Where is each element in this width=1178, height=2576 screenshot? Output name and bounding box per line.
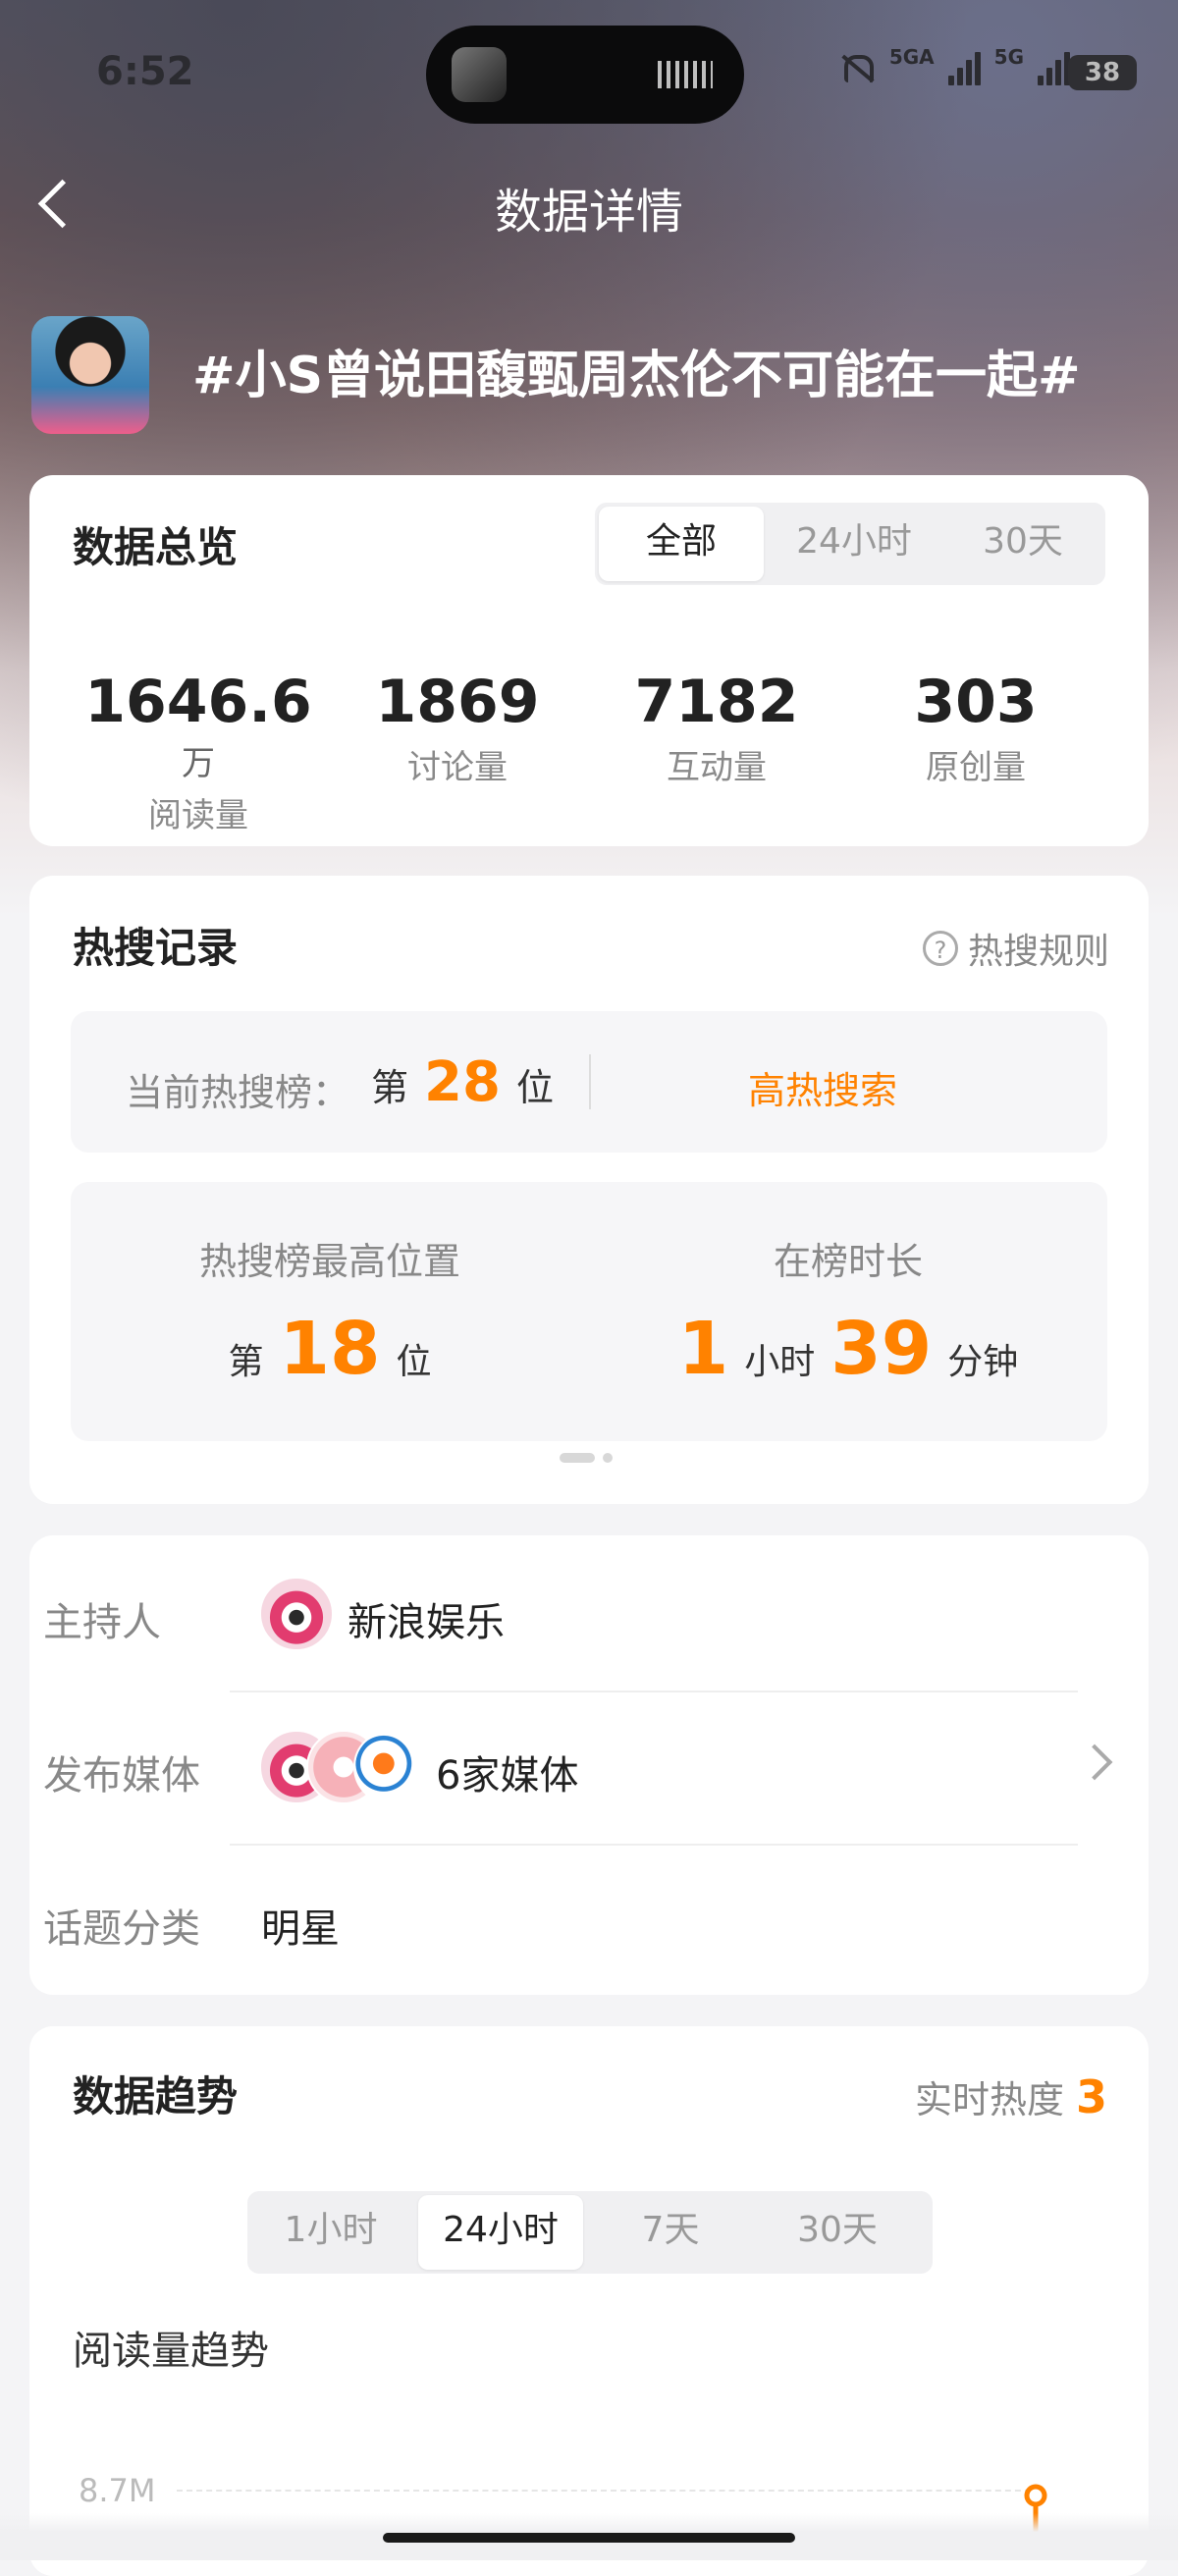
duration: 在榜时长 1 小时 39 分钟: [589, 1231, 1107, 1391]
overview-filter: 全部 24小时 30天: [595, 503, 1105, 585]
signal-icon-1: [947, 52, 981, 85]
status-icons: 5GA 5G: [836, 45, 1070, 88]
network-label-2: 5G: [993, 45, 1024, 69]
signal-icon-2: [1038, 52, 1070, 85]
duration-minutes: 39: [830, 1307, 933, 1391]
highest-rank-suffix: 位: [396, 1342, 432, 1382]
overview-title: 数据总览: [73, 523, 239, 571]
status-bar: 6:52 5GA 5G 38: [0, 0, 1178, 147]
media-count[interactable]: 6家媒体: [436, 1744, 578, 1800]
divider: [230, 1844, 1078, 1846]
duration-minutes-unit: 分钟: [947, 1342, 1019, 1382]
topic-title: #小S曾说田馥甄周杰伦不可能在一起#: [192, 347, 1081, 405]
current-rank-prefix: 第: [371, 1066, 409, 1109]
realtime-heat-value: 3: [1075, 2070, 1107, 2123]
filter-all[interactable]: 全部: [599, 507, 764, 581]
home-indicator[interactable]: [383, 2533, 795, 2543]
category-value: 明星: [261, 1906, 340, 1952]
trend-filter: 1小时 24小时 7天 30天: [247, 2191, 933, 2274]
duration-label: 在榜时长: [773, 1240, 923, 1283]
audio-wave-icon: [658, 61, 713, 88]
highest-rank-value: 18: [279, 1307, 381, 1391]
stat-interactions-value: 7182: [634, 668, 799, 736]
highest-rank-prefix: 第: [228, 1342, 264, 1382]
hot-search-rules-link[interactable]: ? 热搜规则: [922, 923, 1109, 974]
filter-30d[interactable]: 30天: [940, 503, 1105, 585]
current-rank-panel: 当前热搜榜： 第 28 位 高热搜索: [71, 1011, 1107, 1153]
page-title: 数据详情: [494, 185, 683, 240]
hot-search-title: 热搜记录: [73, 924, 239, 972]
stat-reads: 1646.6 万 阅读量: [71, 668, 326, 836]
dynamic-island: [426, 26, 744, 124]
media-logo-icon-3: [353, 1730, 428, 1804]
chart-gridline: [177, 2490, 1041, 2492]
hot-level-badge: 高热搜索: [748, 1069, 898, 1112]
stat-originals-value: 303: [914, 668, 1038, 736]
category-label: 话题分类: [43, 1906, 200, 1952]
filter-24h[interactable]: 24小时: [418, 2195, 583, 2270]
stat-reads-label: 阅读量: [148, 796, 248, 835]
hot-search-rules-label: 热搜规则: [967, 932, 1109, 972]
duration-hours-unit: 小时: [744, 1342, 816, 1382]
stat-discussions-value: 1869: [375, 668, 540, 736]
filter-30d[interactable]: 30天: [754, 2191, 921, 2274]
stat-reads-value: 1646.6: [84, 668, 312, 736]
trend-title: 数据趋势: [73, 2072, 239, 2120]
highest-rank-label: 热搜榜最高位置: [198, 1240, 460, 1283]
divider: [230, 1690, 1078, 1692]
status-time: 6:52: [96, 49, 194, 94]
host-name[interactable]: 新浪娱乐: [348, 1590, 505, 1647]
host-label: 主持人: [43, 1600, 161, 1645]
current-rank-suffix: 位: [515, 1066, 554, 1109]
question-icon: ?: [922, 931, 958, 966]
realtime-heat-label: 实时热度: [914, 2078, 1064, 2121]
stat-originals: 303 原创量: [848, 668, 1103, 788]
stat-reads-unit: 万: [182, 744, 215, 783]
current-rank-value: 28: [424, 1050, 501, 1114]
now-playing-thumbnail: [452, 47, 507, 102]
page-indicator: [560, 1453, 613, 1463]
filter-1h[interactable]: 1小时: [247, 2191, 414, 2274]
stat-discussions-label: 讨论量: [407, 748, 508, 787]
current-rank: 第 28 位: [371, 1050, 554, 1114]
sina-ent-logo-icon: [259, 1577, 334, 1651]
network-label-1: 5GA: [888, 45, 935, 69]
realtime-heat: 实时热度 3: [915, 2069, 1107, 2123]
media-label: 发布媒体: [43, 1753, 200, 1798]
stat-interactions-label: 互动量: [667, 748, 767, 787]
mute-bell-icon: [836, 49, 876, 88]
filter-7d[interactable]: 7天: [587, 2191, 754, 2274]
topic-avatar: [31, 316, 149, 434]
duration-hours: 1: [677, 1307, 729, 1391]
stat-interactions: 7182 互动量: [589, 668, 844, 788]
y-axis-tick: 8.7M: [79, 2472, 156, 2509]
highest-rank: 热搜榜最高位置 第 18 位: [71, 1231, 589, 1391]
divider: [589, 1054, 591, 1109]
current-rank-label: 当前热搜榜：: [126, 1071, 350, 1114]
battery-icon: 38: [1068, 55, 1137, 90]
filter-24h[interactable]: 24小时: [768, 503, 940, 585]
rank-history-panel: 热搜榜最高位置 第 18 位 在榜时长 1 小时 39 分钟: [71, 1182, 1107, 1441]
stat-discussions: 1869 讨论量: [330, 668, 585, 788]
stat-originals-label: 原创量: [926, 748, 1026, 787]
read-trend-title: 阅读量趋势: [73, 2329, 269, 2374]
